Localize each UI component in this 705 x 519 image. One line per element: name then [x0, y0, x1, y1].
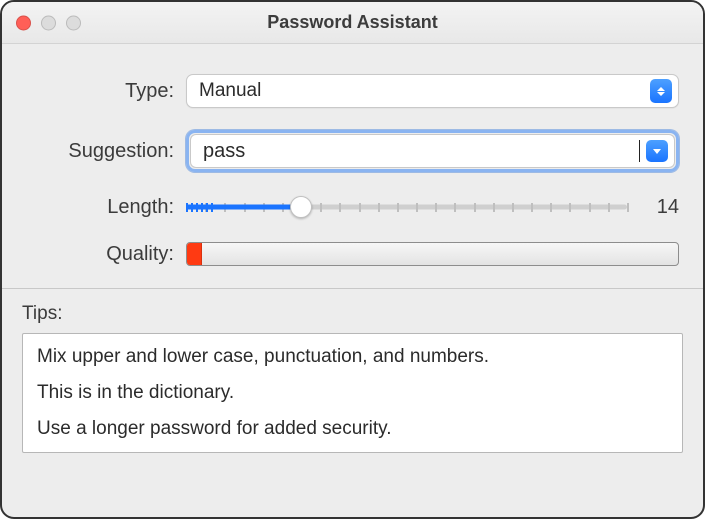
length-value: 14 — [643, 196, 679, 219]
tip-line: This is in the dictionary. — [37, 382, 668, 404]
traffic-lights — [16, 15, 81, 30]
suggestion-label: Suggestion: — [26, 140, 186, 163]
tips-section: Tips: Mix upper and lower case, punctuat… — [2, 289, 703, 517]
suggestion-focus-ring: pass — [186, 130, 679, 172]
text-caret — [639, 140, 640, 162]
type-row: Type: Manual — [26, 74, 679, 108]
quality-fill — [187, 243, 202, 265]
length-label: Length: — [26, 196, 186, 219]
tip-line: Use a longer password for added security… — [37, 418, 668, 440]
tips-box: Mix upper and lower case, punctuation, a… — [22, 333, 683, 453]
zoom-window-button[interactable] — [66, 15, 81, 30]
titlebar: Password Assistant — [2, 2, 703, 44]
password-assistant-window: Password Assistant Type: Manual Suggesti… — [0, 0, 705, 519]
minimize-window-button[interactable] — [41, 15, 56, 30]
form-area: Type: Manual Suggestion: pass — [2, 44, 703, 288]
type-selected-value: Manual — [199, 80, 650, 102]
window-title: Password Assistant — [267, 12, 437, 33]
type-label: Type: — [26, 80, 186, 103]
quality-meter — [186, 242, 679, 266]
tip-line: Mix upper and lower case, punctuation, a… — [37, 346, 668, 368]
slider-thumb[interactable] — [290, 196, 312, 218]
chevron-down-icon — [653, 149, 661, 154]
close-window-button[interactable] — [16, 15, 31, 30]
tips-label: Tips: — [22, 303, 683, 325]
quality-label: Quality: — [26, 243, 186, 266]
length-slider[interactable] — [186, 194, 627, 220]
length-row: Length: 14 — [26, 194, 679, 220]
suggestion-input[interactable]: pass — [203, 140, 641, 163]
suggestion-row: Suggestion: pass — [26, 130, 679, 172]
suggestion-combo[interactable]: pass — [190, 134, 675, 168]
suggestion-dropdown-button[interactable] — [646, 140, 668, 162]
slider-fill-ticks — [186, 199, 301, 215]
quality-row: Quality: — [26, 242, 679, 266]
type-select[interactable]: Manual — [186, 74, 679, 108]
updown-icon — [650, 79, 672, 103]
